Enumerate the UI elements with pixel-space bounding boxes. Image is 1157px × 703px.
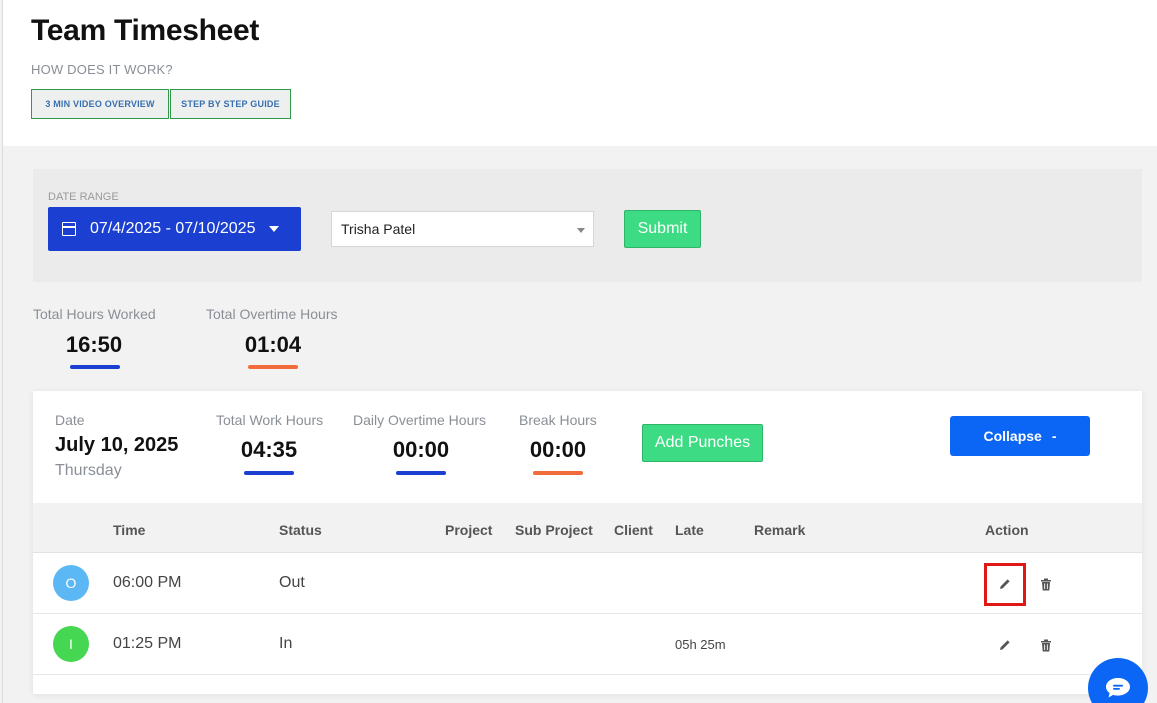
row-status: In [279,635,293,652]
highlight-box [984,563,1026,606]
avatar: O [53,565,89,601]
work-hours-value: 04:35 [240,437,298,462]
total-hours-value: 16:50 [65,332,123,357]
column-header-status: Status [279,522,322,538]
add-punches-button[interactable]: Add Punches [642,424,763,462]
collapse-label: Collapse [983,428,1042,444]
row-time: 06:00 PM [113,574,182,591]
row-time: 01:25 PM [113,635,182,652]
column-header-sub-project: Sub Project [515,522,593,538]
table-row [33,614,1142,675]
column-header-action: Action [985,522,1029,538]
day-date: July 10, 2025 [55,434,179,456]
row-late: 05h 25m [675,637,726,652]
day-weekday: Thursday [55,462,122,479]
date-range-value: 07/4/2025 - 07/10/2025 [90,220,256,237]
collapse-button[interactable]: Collapse - [950,416,1090,456]
day-date-label: Date [55,412,85,428]
delete-trash-icon[interactable] [1036,635,1056,655]
employee-select-value: Trisha Patel [341,221,416,237]
table-row [33,553,1142,614]
delete-trash-icon[interactable] [1036,574,1056,594]
left-border [2,0,3,703]
overtime-label: Total Overtime Hours [206,306,338,322]
minus-icon: - [1051,428,1057,444]
step-by-step-guide-button[interactable]: STEP BY STEP GUIDE [170,89,291,119]
date-range-picker[interactable]: 07/4/2025 - 07/10/2025 [48,207,301,251]
overtime-value: 01:04 [244,332,302,357]
date-range-label: DATE RANGE [48,191,119,203]
how-it-works-label: HOW DOES IT WORK? [31,62,173,77]
row-status: Out [279,574,305,591]
total-hours-label: Total Hours Worked [33,306,156,322]
video-overview-button[interactable]: 3 MIN VIDEO OVERVIEW [31,89,169,119]
break-hours-label: Break Hours [519,412,597,428]
daily-overtime-bar [396,471,446,475]
break-hours-bar [533,471,583,475]
chevron-down-icon [577,228,585,233]
calendar-icon [62,222,76,236]
work-hours-bar [244,471,294,475]
edit-pencil-icon[interactable] [995,635,1015,655]
total-hours-bar [70,365,120,369]
break-hours-value: 00:00 [529,437,587,462]
employee-select[interactable]: Trisha Patel [331,211,594,247]
daily-overtime-value: 00:00 [392,437,450,462]
avatar: I [53,626,89,662]
column-header-project: Project [445,522,493,538]
chat-bubble-icon [1106,678,1130,698]
column-header-client: Client [614,522,653,538]
column-header-remark: Remark [754,522,806,538]
daily-overtime-label: Daily Overtime Hours [353,412,487,428]
overtime-bar [248,365,298,369]
chevron-down-icon [269,226,280,232]
page-title: Team Timesheet [31,14,260,47]
column-header-late: Late [675,522,704,538]
submit-button[interactable]: Submit [624,210,701,248]
work-hours-label: Total Work Hours [216,412,324,428]
column-header-time: Time [113,522,146,538]
